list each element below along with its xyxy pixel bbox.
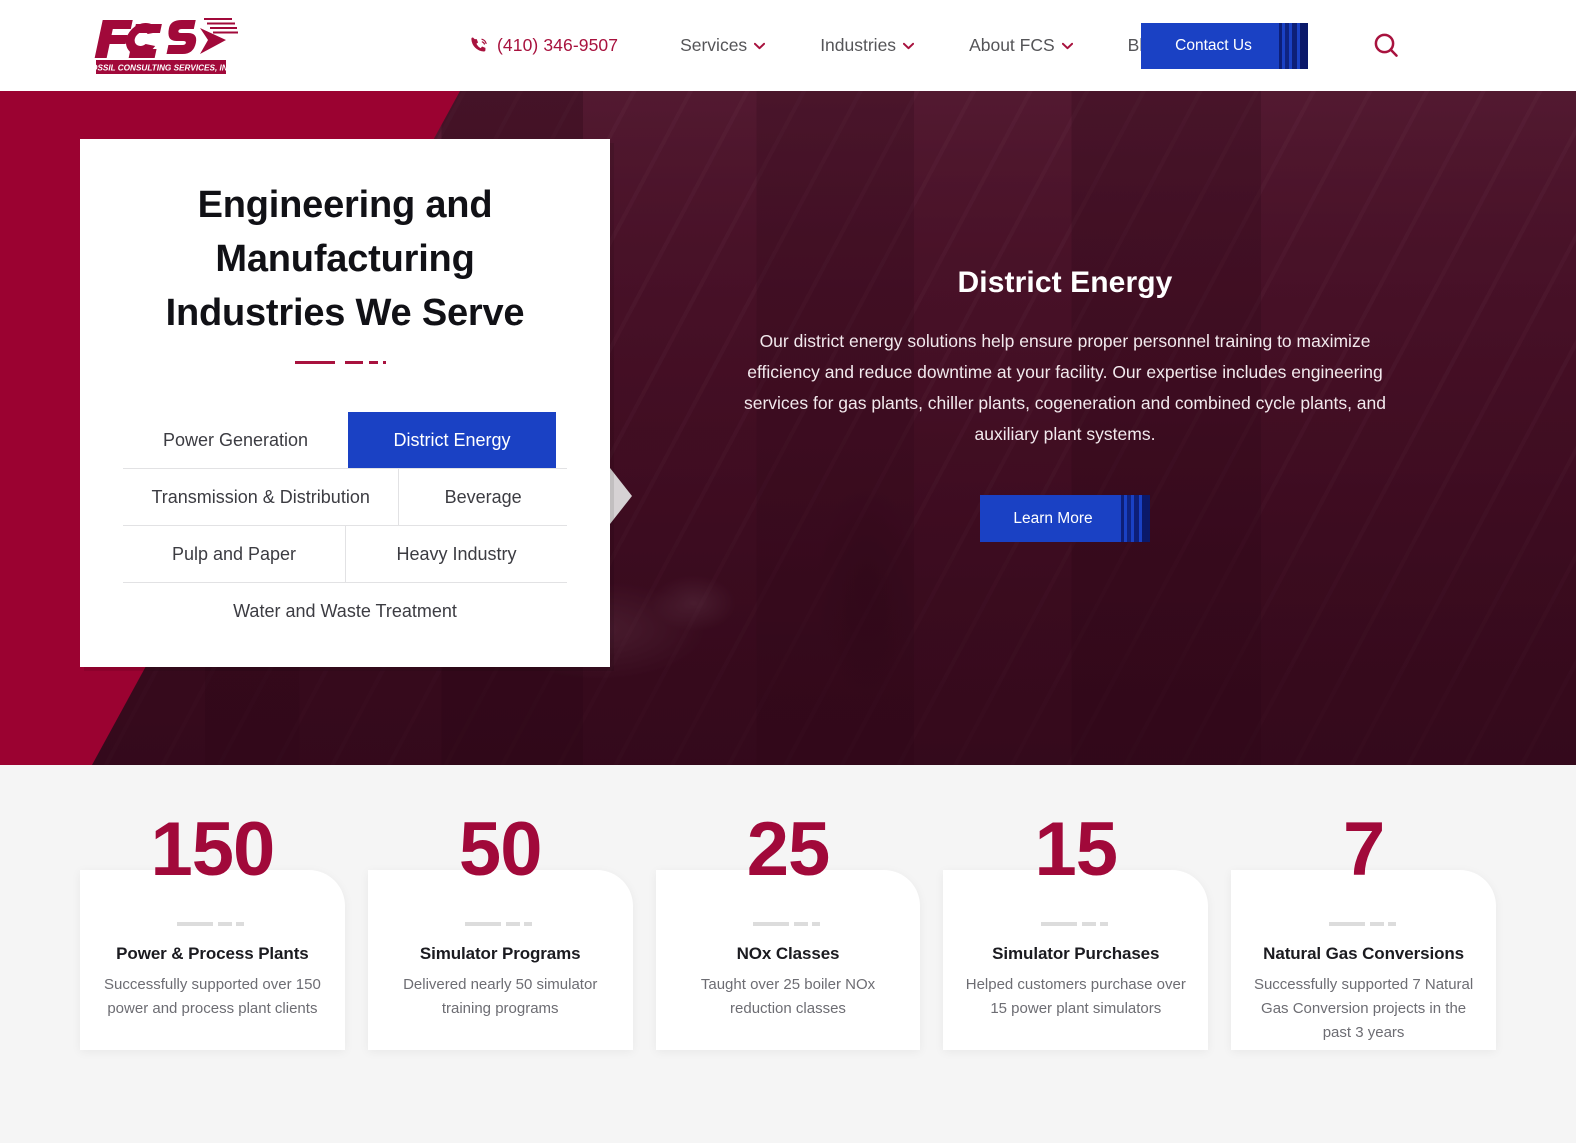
stat-number: 15 [1034, 807, 1119, 892]
hero-section: Engineering and Manufacturing Industries… [0, 91, 1576, 765]
stat-title: Natural Gas Conversions [1263, 944, 1464, 963]
nav-item-about-fcs[interactable]: About FCS [969, 29, 1073, 62]
stat-description: Helped customers purchase over 15 power … [965, 976, 1186, 1017]
contact-us-label: Contact Us [1175, 37, 1252, 54]
chevron-down-icon [754, 42, 766, 49]
page-title: Engineering and Manufacturing Industries… [165, 184, 525, 334]
stat-card: 150 Power & Process Plants Successfully … [80, 812, 345, 1050]
search-icon [1374, 33, 1398, 57]
industry-detail-panel: District Energy Our district energy solu… [715, 266, 1415, 542]
stat-divider [465, 922, 535, 926]
stat-title: Power & Process Plants [116, 944, 309, 963]
stat-divider [752, 922, 823, 926]
fcs-logo[interactable]: FOSSIL CONSULTING SERVICES, INC. [80, 14, 240, 76]
stats-row: 150 Power & Process Plants Successfully … [80, 812, 1496, 1050]
phone-number: (410) 346-9507 [497, 35, 619, 55]
industry-description: Our district energy solutions help ensur… [743, 331, 1387, 444]
stat-number: 50 [458, 807, 543, 892]
stat-card: 50 Simulator Programs Delivered nearly 5… [367, 812, 633, 1050]
tab-row: Power Generation District Energy [123, 412, 567, 468]
chevron-down-icon [1061, 42, 1073, 49]
nav-label: Industries [820, 35, 897, 55]
stat-description: Taught over 25 boiler NOx reduction clas… [700, 976, 876, 1017]
contact-us-button[interactable]: Contact Us [1141, 23, 1308, 69]
stat-card: 15 Simulator Purchases Helped customers … [943, 812, 1209, 1050]
learn-more-label: Learn More [1013, 509, 1093, 527]
stat-title: Simulator Purchases [992, 944, 1160, 963]
phone-link[interactable]: (410) 346-9507 [470, 35, 618, 56]
site-header: FOSSIL CONSULTING SERVICES, INC. (410) 3… [0, 0, 1576, 91]
stat-number: 150 [150, 807, 275, 892]
tab-row: Pulp and Paper Heavy Industry [123, 525, 567, 582]
stat-divider [1328, 922, 1399, 926]
tab-row: Transmission & Distribution Beverage [123, 468, 567, 525]
stat-description: Successfully supported over 150 power an… [104, 976, 321, 1017]
header-nav-group: (410) 346-9507 Services Industries About [470, 0, 1163, 91]
tab-power-generation[interactable]: Power Generation [123, 412, 348, 468]
stat-description: Successfully supported 7 Natural Gas Con… [1253, 976, 1474, 1041]
tab-water-and-waste-treatment[interactable]: Water and Waste Treatment [123, 583, 567, 639]
tab-beverage[interactable]: Beverage [398, 469, 567, 525]
stat-number: 25 [746, 807, 831, 892]
nav-label: Services [680, 35, 748, 55]
phone-call-icon [471, 37, 487, 52]
tab-heavy-industry[interactable]: Heavy Industry [345, 526, 567, 582]
industries-card: Engineering and Manufacturing Industries… [80, 139, 610, 667]
stat-divider [1040, 922, 1111, 926]
stats-section: 150 Power & Process Plants Successfully … [0, 765, 1576, 1143]
logo-tagline: FOSSIL CONSULTING SERVICES, INC. [86, 63, 236, 72]
tab-district-energy[interactable]: District Energy [348, 412, 556, 468]
nav-item-industries[interactable]: Industries [820, 29, 915, 62]
nav-label: About FCS [969, 35, 1055, 55]
learn-more-button[interactable]: Learn More [980, 495, 1150, 542]
search-button[interactable] [1370, 30, 1402, 62]
stat-card: 25 NOx Classes Taught over 25 boiler NOx… [655, 812, 921, 1050]
tab-transmission-distribution[interactable]: Transmission & Distribution [123, 469, 398, 525]
chevron-down-icon [903, 42, 915, 49]
tab-row: Water and Waste Treatment [123, 582, 567, 639]
nav-item-services[interactable]: Services [680, 29, 766, 62]
tab-pulp-and-paper[interactable]: Pulp and Paper [123, 526, 345, 582]
stat-description: Delivered nearly 50 simulator training p… [403, 976, 598, 1017]
stat-number: 7 [1342, 807, 1385, 892]
stat-title: NOx Classes [736, 944, 840, 963]
industry-tabs: Power Generation District Energy Transmi… [123, 412, 567, 639]
stat-title: Simulator Programs [419, 944, 581, 963]
button-stripes-decoration [1276, 23, 1308, 69]
page-root: FOSSIL CONSULTING SERVICES, INC. (410) 3… [0, 0, 1576, 1143]
stat-card: 7 Natural Gas Conversions Successfully s… [1231, 812, 1496, 1050]
fcs-logo-svg: FOSSIL CONSULTING SERVICES, INC. [86, 17, 238, 74]
stat-divider [177, 922, 247, 926]
industry-heading: District Energy [957, 266, 1173, 299]
button-stripes-decoration [1118, 495, 1150, 542]
title-divider [295, 361, 395, 365]
main-nav: Services Industries About FCS [680, 29, 1163, 62]
